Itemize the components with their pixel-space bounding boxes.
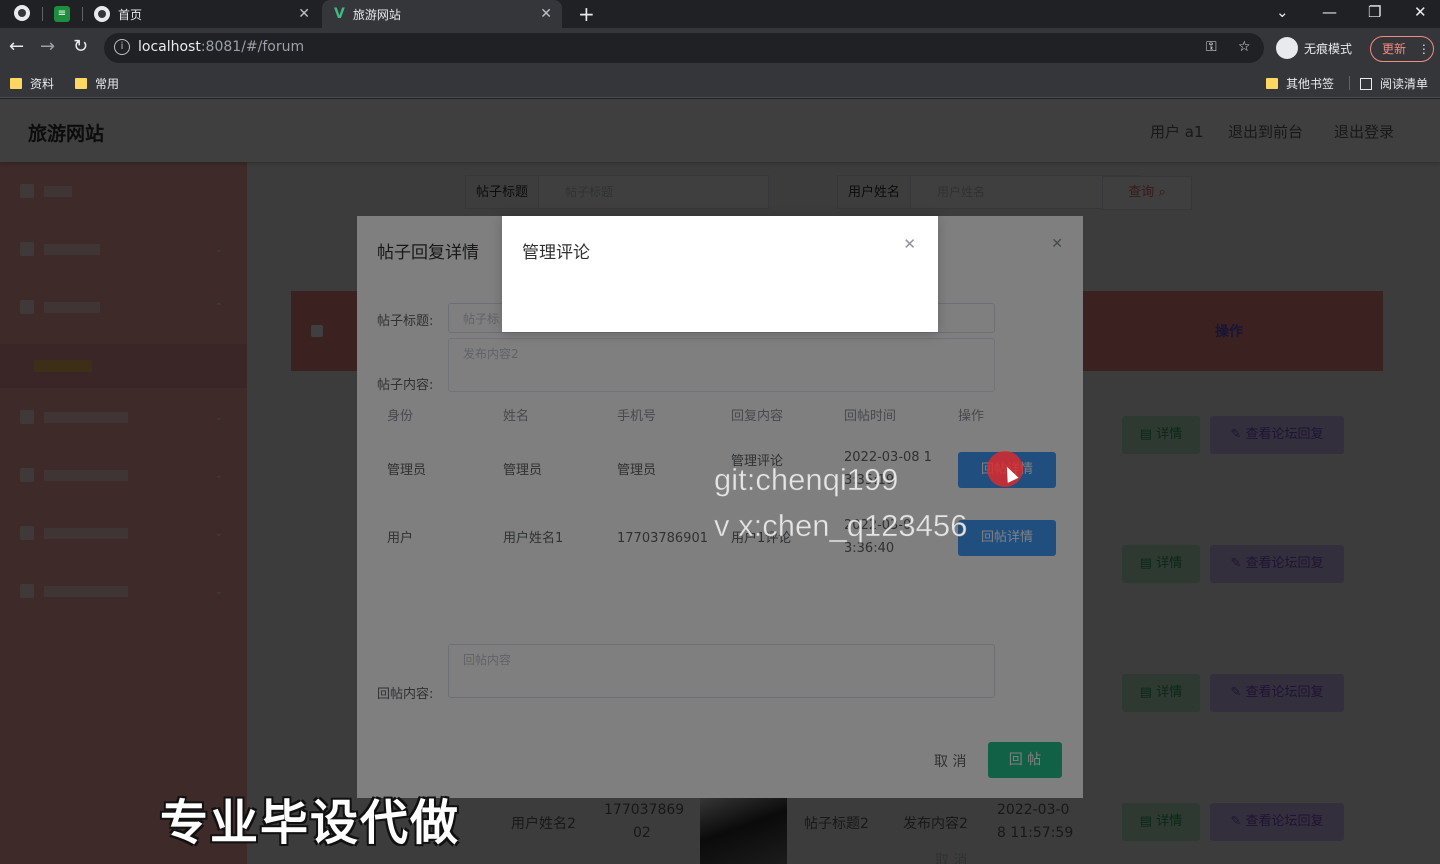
col-time: 回帖时间: [844, 409, 897, 424]
tab-search-icon[interactable]: ⌄: [1276, 3, 1289, 21]
tab-separator: [82, 7, 83, 21]
reload-icon[interactable]: ↻: [73, 36, 88, 57]
watermark-banner: 专业毕设代做: [160, 797, 461, 850]
tab-label: 旅游网站: [352, 7, 401, 22]
bookmark-separator: [1349, 76, 1350, 90]
tab-separator: [42, 7, 43, 21]
submit-reply-button[interactable]: 回 帖: [988, 742, 1062, 778]
menu-dots-icon: ⋮: [1417, 42, 1430, 56]
incognito-label: 无痕模式: [1304, 41, 1353, 56]
tab-home[interactable]: 首页 ✕: [84, 0, 320, 28]
key-icon[interactable]: ⚿: [1206, 39, 1217, 55]
col-content: 回复内容: [731, 409, 784, 424]
dialog-title: 管理评论: [522, 243, 590, 263]
bookmark-label: 其他书签: [1286, 77, 1335, 91]
update-label: 更新: [1382, 42, 1407, 56]
col-action: 操作: [958, 409, 985, 424]
row1-phone: 管理员: [617, 463, 657, 478]
address-bar[interactable]: i localhost:8081/#/forum ⚿ ☆: [104, 33, 1264, 63]
tab-label: 首页: [118, 7, 143, 22]
globe-icon[interactable]: [14, 5, 30, 21]
incognito-indicator[interactable]: 无痕模式: [1276, 37, 1352, 59]
post-content-field[interactable]: 发布内容2: [448, 338, 995, 392]
close-icon[interactable]: ✕: [1051, 236, 1063, 252]
new-tab-icon[interactable]: +: [578, 2, 595, 26]
reply-content-label: 回帖内容:: [377, 687, 434, 702]
folder-icon: [75, 78, 87, 89]
app-viewport: 旅游网站 用户 a1 退出到前台 退出登录 ⌄ ⌃ ⌄ ⌄ ⌄ ⌄ 帖子标题 帖…: [0, 99, 1440, 864]
tab-travel-site[interactable]: V 旅游网站 ✕: [322, 0, 562, 28]
post-content-label: 帖子内容:: [377, 378, 434, 393]
bookmark-folder[interactable]: 常用: [75, 75, 119, 92]
folder-icon: [10, 78, 22, 89]
bookmark-folder[interactable]: 资料: [10, 75, 54, 92]
minimize-icon[interactable]: —: [1322, 3, 1337, 21]
reading-list[interactable]: 阅读清单: [1360, 75, 1428, 92]
dialog-title: 帖子回复详情: [377, 243, 479, 263]
restore-icon[interactable]: ❐: [1368, 3, 1381, 21]
bookmark-label: 常用: [95, 77, 120, 91]
url-host: localhost: [138, 39, 201, 55]
reply-content-input[interactable]: 回帖内容: [448, 644, 995, 698]
pinned-tab-icon[interactable]: ≡: [54, 6, 70, 22]
url-path: :8081/#/forum: [200, 39, 305, 55]
cancel-button[interactable]: 取 消: [934, 751, 966, 771]
incognito-icon: [1276, 37, 1298, 59]
bookmark-label: 资料: [30, 77, 55, 91]
other-bookmarks[interactable]: 其他书签: [1266, 75, 1334, 92]
close-icon[interactable]: ✕: [298, 6, 310, 22]
browser-tab-strip: ≡ 首页 ✕ V 旅游网站 ✕ + ⌄ — ❐ ✕: [0, 0, 1440, 28]
close-icon[interactable]: ✕: [540, 6, 552, 22]
url-text[interactable]: localhost:8081/#/forum: [138, 39, 304, 55]
watermark-git: git:chenqi199: [714, 462, 899, 498]
row1-name: 管理员: [503, 463, 543, 478]
post-title-label: 帖子标题:: [377, 314, 434, 329]
cancel-button[interactable]: 取 消: [935, 850, 967, 864]
star-icon[interactable]: ☆: [1238, 39, 1251, 55]
folder-icon: [1266, 78, 1278, 89]
reading-list-icon: [1360, 77, 1372, 90]
vue-logo-icon: V: [334, 6, 345, 22]
watermark-wechat: v x:chen_q123456: [714, 508, 968, 544]
row1-role: 管理员: [387, 463, 427, 478]
forward-icon[interactable]: →: [40, 36, 55, 57]
col-role: 身份: [387, 409, 414, 424]
reading-list-label: 阅读清单: [1380, 77, 1429, 91]
back-icon[interactable]: ←: [9, 36, 24, 57]
close-icon[interactable]: ✕: [903, 235, 916, 253]
row2-role: 用户: [387, 531, 414, 546]
window-close-icon[interactable]: ✕: [1414, 3, 1427, 21]
bookmarks-bar: 资料 常用 其他书签 阅读清单: [0, 68, 1440, 98]
row2-phone: 17703786901: [617, 531, 708, 546]
browser-toolbar: ← → ↻ i localhost:8081/#/forum ⚿ ☆ 无痕模式 …: [0, 28, 1440, 68]
globe-icon: [94, 6, 110, 22]
row2-name: 用户姓名1: [503, 531, 564, 546]
reply-detail-button[interactable]: 回帖详情: [958, 520, 1056, 556]
site-info-icon[interactable]: i: [114, 39, 130, 55]
update-button[interactable]: 更新 ⋮: [1370, 36, 1434, 62]
manage-comment-dialog: 管理评论 ✕: [502, 216, 938, 332]
col-name: 姓名: [503, 409, 530, 424]
col-phone: 手机号: [617, 409, 657, 424]
